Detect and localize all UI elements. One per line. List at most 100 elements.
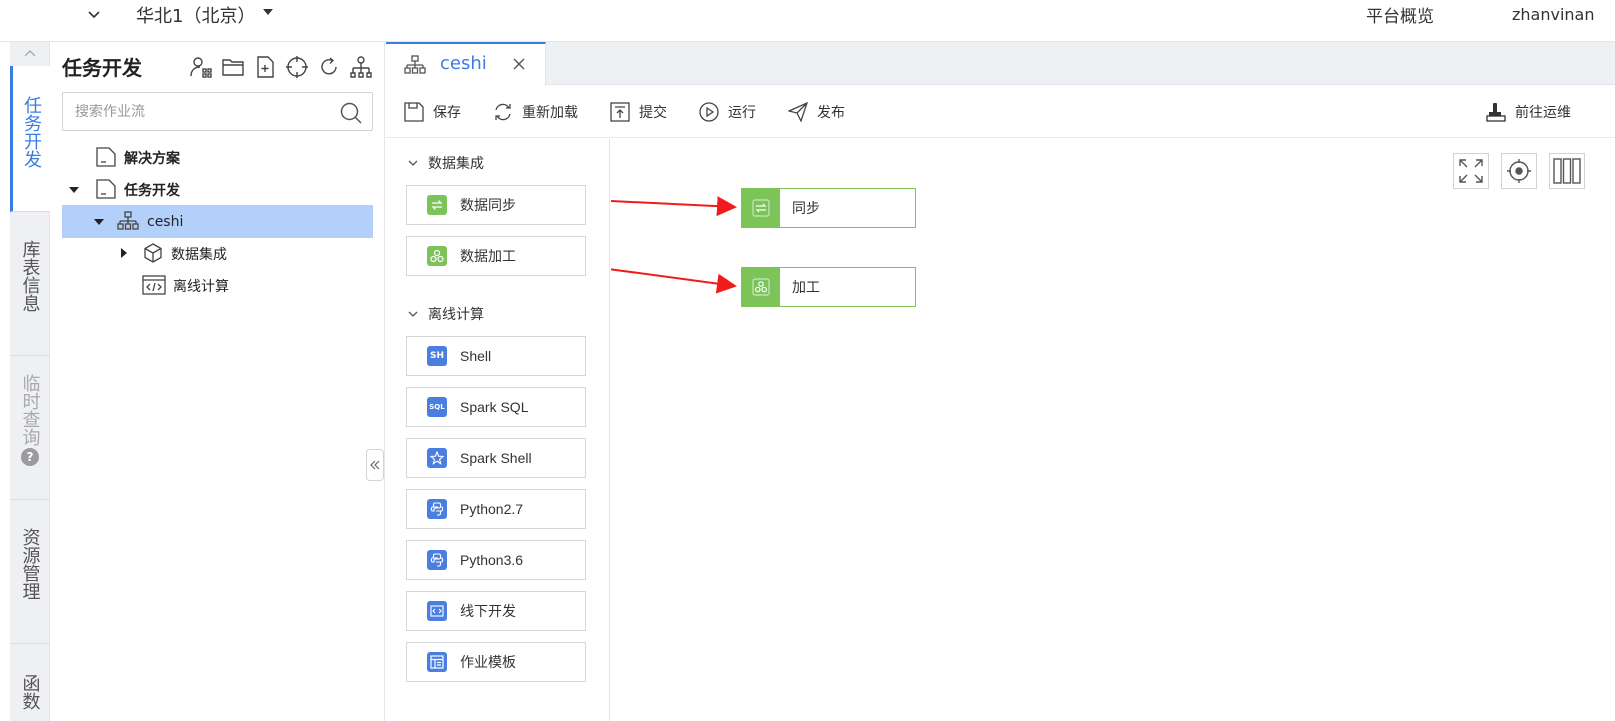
palette-item-offline-dev[interactable]: 线下开发 xyxy=(406,591,586,631)
palette-group-data-integration[interactable]: 数据集成 xyxy=(408,153,484,173)
tab-ceshi[interactable]: ceshi xyxy=(386,42,546,86)
tree-item-data-integration[interactable]: 数据集成 xyxy=(62,237,373,270)
go-to-ops-button[interactable]: 前往运维 xyxy=(1486,99,1571,125)
tree-item-label: 数据集成 xyxy=(171,246,227,263)
new-file-icon[interactable] xyxy=(253,55,277,79)
caret-down-icon[interactable] xyxy=(262,8,274,16)
sql-icon: SQL xyxy=(427,397,447,417)
tree-item-ceshi[interactable]: ceshi xyxy=(62,205,373,238)
python-icon xyxy=(427,499,447,519)
chevron-down-icon xyxy=(408,160,418,166)
tab-label: ceshi xyxy=(440,53,487,74)
palette-item-label: 数据同步 xyxy=(460,198,516,214)
nav-label: 任务开发 xyxy=(21,96,42,168)
run-button[interactable]: 运行 xyxy=(699,99,756,125)
palette-item-label: Spark Shell xyxy=(460,450,532,466)
caret-down-icon[interactable] xyxy=(93,216,105,228)
folder-icon[interactable] xyxy=(221,55,245,79)
cube-icon xyxy=(143,242,163,264)
locate-icon[interactable] xyxy=(285,55,309,79)
tab-bar: ceshi xyxy=(386,42,1615,86)
panel-title: 任务开发 xyxy=(62,56,142,80)
palette-item-data-process[interactable]: 数据加工 xyxy=(406,236,586,276)
palette-item-label: 作业模板 xyxy=(460,655,516,671)
play-icon xyxy=(699,102,719,122)
toolbar-label: 运行 xyxy=(728,105,756,121)
canvas-node-sync[interactable]: 同步 xyxy=(741,188,916,228)
toolbar-label: 发布 xyxy=(817,105,845,121)
palette-item-python27[interactable]: Python2.7 xyxy=(406,489,586,529)
palette-item-python36[interactable]: Python3.6 xyxy=(406,540,586,580)
help-icon[interactable]: ? xyxy=(21,448,39,466)
spark-icon xyxy=(427,448,447,468)
close-icon[interactable] xyxy=(512,57,526,71)
tree-item-task-dev[interactable]: 任务开发 xyxy=(62,173,373,206)
code-window-icon xyxy=(142,275,166,295)
nav-task-dev[interactable]: 任务开发 xyxy=(10,66,50,212)
palette-item-shell[interactable]: SH Shell xyxy=(406,336,586,376)
save-button[interactable]: 保存 xyxy=(404,99,461,125)
workflow-settings-icon[interactable] xyxy=(349,55,373,79)
tree-item-label: 离线计算 xyxy=(173,278,229,295)
refresh-icon[interactable] xyxy=(317,55,341,79)
submit-icon xyxy=(610,102,630,122)
publish-button[interactable]: 发布 xyxy=(788,99,845,125)
search-box xyxy=(62,92,373,131)
task-tree-panel: 任务开发 搜索作业流 解决方案 任务开发 ceshi 数据集成 离线计算 xyxy=(51,42,385,721)
collapse-panel-handle[interactable] xyxy=(366,449,384,481)
nav-scroll-up[interactable] xyxy=(10,42,50,66)
region-selector[interactable]: 华北1（北京） xyxy=(136,2,255,28)
save-icon xyxy=(404,102,424,122)
canvas-node-process[interactable]: 加工 xyxy=(741,267,916,307)
process-arrow xyxy=(611,268,737,294)
palette-item-spark-sql[interactable]: SQL Spark SQL xyxy=(406,387,586,427)
nav-temp-query[interactable]: 临时查询 ? xyxy=(10,356,50,500)
send-icon xyxy=(788,102,808,122)
group-label: 离线计算 xyxy=(428,307,484,323)
reload-button[interactable]: 重新加载 xyxy=(493,99,578,125)
caret-down-icon[interactable] xyxy=(68,184,80,196)
nav-functions[interactable]: 函数 xyxy=(10,644,50,721)
workflow-canvas[interactable]: 同步 加工 xyxy=(611,139,1615,721)
ops-icon xyxy=(1486,103,1506,122)
sync-icon xyxy=(427,195,447,215)
workflow-icon xyxy=(404,55,426,75)
palette-group-offline-compute[interactable]: 离线计算 xyxy=(408,304,484,324)
template-icon xyxy=(427,652,447,672)
caret-right-icon[interactable] xyxy=(118,247,130,259)
top-bar: 华北1（北京） 平台概览 zhanvinan xyxy=(0,0,1615,42)
chevron-down-icon[interactable] xyxy=(86,6,102,22)
folder-doc-icon xyxy=(95,146,117,168)
toolbar-label: 保存 xyxy=(433,105,461,121)
reload-icon xyxy=(495,103,511,121)
left-nav: 任务开发 库表信息 临时查询 ? 资源管理 函数 xyxy=(10,42,50,721)
nav-resource-mgmt[interactable]: 资源管理 xyxy=(10,500,50,644)
nav-label: 资源管理 xyxy=(19,528,41,600)
palette-item-label: Python3.6 xyxy=(460,552,524,568)
palette-item-job-template[interactable]: 作业模板 xyxy=(406,642,586,682)
toolbar-label: 前往运维 xyxy=(1515,105,1571,121)
user-menu[interactable]: zhanvinan xyxy=(1512,5,1594,24)
nav-table-info[interactable]: 库表信息 xyxy=(10,212,50,356)
submit-button[interactable]: 提交 xyxy=(610,99,667,125)
palette-item-data-sync[interactable]: 数据同步 xyxy=(406,185,586,225)
code-icon xyxy=(427,601,447,621)
platform-overview-link[interactable]: 平台概览 xyxy=(1366,2,1434,27)
search-input[interactable] xyxy=(75,93,335,130)
tree-item-offline-compute[interactable]: 离线计算 xyxy=(62,269,373,302)
editor-toolbar: 保存 重新加载 提交 运行 发布 前往运维 xyxy=(386,86,1615,138)
search-icon[interactable] xyxy=(340,102,362,124)
palette-item-spark-shell[interactable]: Spark Shell xyxy=(406,438,586,478)
tree-item-label: ceshi xyxy=(147,213,184,230)
sync-icon xyxy=(742,189,780,227)
add-user-group-icon[interactable] xyxy=(189,55,213,79)
palette-item-label: Python2.7 xyxy=(460,501,524,517)
node-palette: 数据集成 数据同步 数据加工 离线计算 SH Shell SQL Spark S… xyxy=(386,139,610,721)
sync-arrow xyxy=(611,196,737,217)
palette-item-label: 数据加工 xyxy=(460,249,516,265)
node-label: 加工 xyxy=(792,280,820,296)
tree-item-solutions[interactable]: 解决方案 xyxy=(62,141,373,174)
shell-icon: SH xyxy=(427,346,447,366)
toolbar-label: 重新加载 xyxy=(522,105,578,121)
nav-label: 库表信息 xyxy=(19,240,41,312)
